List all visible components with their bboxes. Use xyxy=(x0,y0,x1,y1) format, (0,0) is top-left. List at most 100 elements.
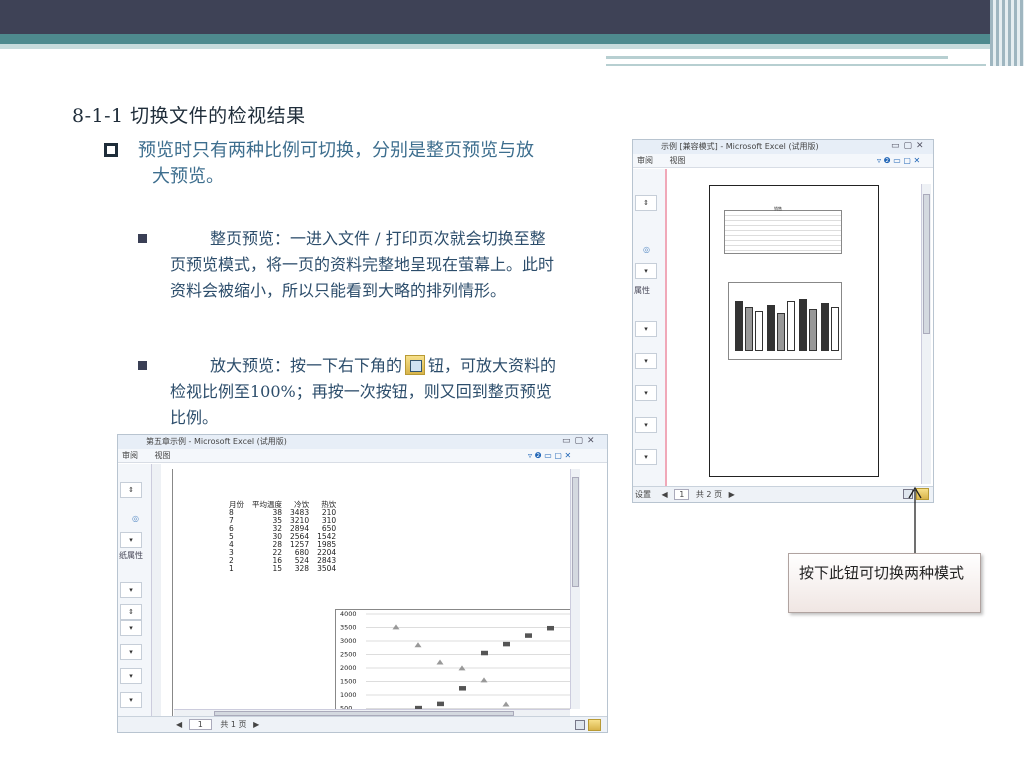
header-accent-line xyxy=(606,56,948,59)
header-right-stripes xyxy=(990,0,1024,66)
chart-bar xyxy=(821,303,829,351)
scatter-point-hot xyxy=(392,624,400,630)
preview-chart-title: 销售 xyxy=(774,206,782,211)
help-icon[interactable]: ▿ ❷ ▭ ▢ ✕ xyxy=(877,154,920,168)
preview-vertical-scrollbar[interactable] xyxy=(921,184,931,484)
callout-box: 按下此钮可切换两种模式 xyxy=(788,553,981,613)
settings-icon: ◎ xyxy=(132,514,139,523)
preview-scatter-chart: 4000 3500 3000 2500 2000 1500 1000 500 xyxy=(335,609,572,721)
scatter-point-hot xyxy=(480,677,488,683)
chart-bar xyxy=(745,307,753,351)
y-tick-label: 2500 xyxy=(340,651,357,659)
preview-area: 月份 平均温度 冷饮 热饮 8 38 3483 210 7 35 3210 310 6 32 2… xyxy=(172,469,572,721)
printer-dropdown[interactable]: ▾ xyxy=(635,263,657,279)
scatter-point-hot xyxy=(502,701,510,707)
chart-bar xyxy=(755,311,763,351)
preview-mini-table xyxy=(724,210,842,254)
settings-label: 设置 xyxy=(635,490,651,499)
main-bullet-text: 预览时只有两种比例可切换，分别是整页预览与放大预览。 xyxy=(138,140,534,187)
y-tick-label: 1500 xyxy=(340,678,357,686)
table-cell: 328 xyxy=(294,564,310,573)
scatter-point-cold xyxy=(503,641,510,647)
printer-properties-link[interactable]: 属性 xyxy=(634,285,650,296)
zoom-button-icon xyxy=(405,355,426,375)
printer-properties-link[interactable]: 纸属性 xyxy=(119,550,143,561)
scrollbar-thumb[interactable] xyxy=(923,194,930,334)
tab-view[interactable]: 视图 xyxy=(670,156,686,165)
scatter-chart-svg: 4000 3500 3000 2500 2000 1500 1000 500 xyxy=(340,610,572,719)
setting-dropdown-3[interactable]: ▾ xyxy=(120,620,142,636)
printer-dropdown[interactable]: ▾ xyxy=(120,532,142,548)
y-tick-label: 2000 xyxy=(340,664,357,672)
next-page-button[interactable]: ▶ xyxy=(253,720,259,729)
preview-page: 销售 xyxy=(709,185,879,477)
preview-area: 销售 xyxy=(669,169,925,487)
scatter-points xyxy=(392,624,554,719)
window-controls: ▭▢✕ xyxy=(562,436,599,446)
setting-dropdown-3[interactable]: ▾ xyxy=(635,385,657,401)
sub-bullet-zoom: 放大预览：按一下右下角的 钮，可放大资料的检视比例至100%；再按一次按钮，则又回… xyxy=(138,353,558,431)
setting-dropdown-1[interactable]: ▾ xyxy=(120,582,142,598)
setting-dropdown-1[interactable]: ▾ xyxy=(635,321,657,337)
setting-dropdown-5[interactable]: ▾ xyxy=(120,668,142,684)
page-number-input[interactable]: 1 xyxy=(188,719,212,730)
setting-dropdown-2[interactable]: ⇕ xyxy=(120,604,142,620)
setting-dropdown-4[interactable]: ▾ xyxy=(120,644,142,660)
window-title: 示例 [兼容模式] - Microsoft Excel (试用版) xyxy=(633,140,933,154)
chart-bar xyxy=(787,301,795,351)
table-row: 1 15 328 3504 xyxy=(225,565,340,573)
preview-vertical-scrollbar[interactable] xyxy=(570,469,580,709)
y-tick-label: 1000 xyxy=(340,691,357,699)
chart-bar xyxy=(799,299,807,351)
page-number-input[interactable]: 1 xyxy=(674,489,690,500)
scatter-point-hot xyxy=(414,642,422,648)
scatter-point-cold xyxy=(525,633,532,638)
header-pale-band xyxy=(0,44,1024,49)
tab-review[interactable]: 审阅 xyxy=(637,156,653,165)
ribbon-tabs: 审阅 视图 ▿ ❷ ▭ ▢ ✕ xyxy=(118,449,607,463)
full-page-text: 整页预览：一进入文件 / 打印页次就会切换至整页预览模式，将一页的资料完整地呈现… xyxy=(170,229,555,300)
y-tick-label: 4000 xyxy=(340,610,357,618)
help-icon[interactable]: ▿ ❷ ▭ ▢ ✕ xyxy=(528,449,571,463)
scatter-point-cold xyxy=(547,625,554,631)
tab-review[interactable]: 审阅 xyxy=(122,451,138,460)
scatter-point-cold xyxy=(459,686,466,691)
setting-dropdown-5[interactable]: ▾ xyxy=(635,449,657,465)
table-cell: 3504 xyxy=(317,564,337,573)
preview-mini-chart xyxy=(728,282,842,360)
ribbon-tabs: 审阅 视图 ▿ ❷ ▭ ▢ ✕ xyxy=(633,154,933,168)
excel-preview-screenshot-bottom: 第五章示例 - Microsoft Excel (试用版) ▭▢✕ 审阅 视图 … xyxy=(117,434,608,733)
preview-status-bar: ◀ 1 共 1 页 ▶ xyxy=(118,716,607,732)
setting-dropdown-4[interactable]: ▾ xyxy=(635,417,657,433)
main-bullet: 预览时只有两种比例可切换，分别是整页预览与放大预览。 xyxy=(104,138,544,190)
header-teal-band xyxy=(0,34,1024,44)
pane-scrollbar[interactable] xyxy=(151,464,161,718)
copies-stepper[interactable]: ⇕ xyxy=(120,482,142,498)
chart-bar xyxy=(777,313,785,351)
table-cell: 1 xyxy=(229,564,234,573)
setting-dropdown-6[interactable]: ▾ xyxy=(120,692,142,708)
y-tick-label: 3000 xyxy=(340,637,357,645)
scatter-point-hot xyxy=(436,659,444,665)
prev-page-button[interactable]: ◀ xyxy=(176,720,182,729)
sub-bullet-full-page: 整页预览：一进入文件 / 打印页次就会切换至整页预览模式，将一页的资料完整地呈现… xyxy=(138,226,558,304)
print-settings-pane: ⇕ ◎ ▾ 属性 ▾ ▾ ▾ ▾ ▾ xyxy=(633,169,667,487)
tab-view[interactable]: 视图 xyxy=(155,451,171,460)
zoom-text-before: 放大预览：按一下右下角的 xyxy=(210,356,403,375)
show-margins-button[interactable] xyxy=(575,720,585,730)
copies-stepper[interactable]: ⇕ xyxy=(635,195,657,211)
page-total-label: 共 1 页 xyxy=(220,720,247,729)
zoom-toggle-button[interactable] xyxy=(588,719,601,731)
settings-icon: ◎ xyxy=(643,245,650,254)
callout-arrow xyxy=(908,486,922,554)
window-controls: ▭▢✕ xyxy=(891,141,928,151)
scrollbar-thumb[interactable] xyxy=(572,477,579,587)
slide-title: 8-1-1 切换文件的检视结果 xyxy=(72,105,306,127)
preview-data-table: 月份 平均温度 冷饮 热饮 8 38 3483 210 7 35 3210 310 6 32 2… xyxy=(225,501,340,573)
scatter-point-cold xyxy=(437,701,444,707)
table-cell: 15 xyxy=(272,564,282,573)
prev-page-button[interactable]: ◀ xyxy=(662,490,668,499)
next-page-button[interactable]: ▶ xyxy=(729,490,735,499)
header-accent-line xyxy=(606,64,986,66)
setting-dropdown-2[interactable]: ▾ xyxy=(635,353,657,369)
